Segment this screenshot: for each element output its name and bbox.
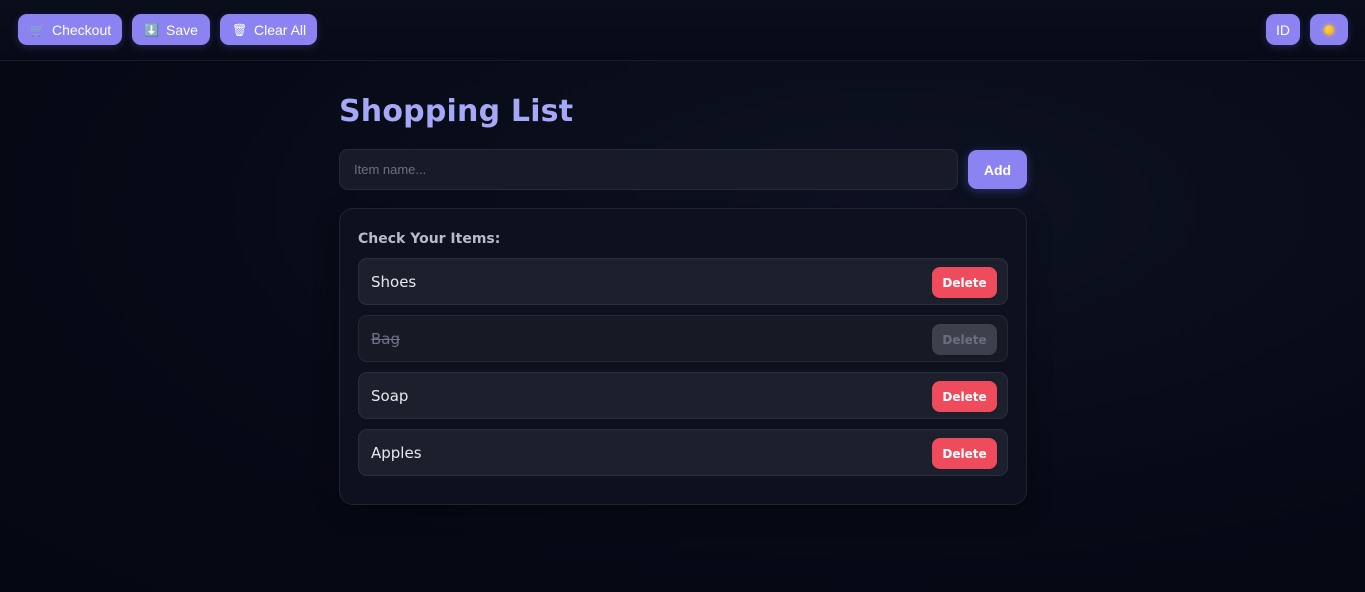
save-button[interactable]: ⬇️ Save (132, 14, 210, 45)
language-toggle-button[interactable]: ID (1266, 14, 1300, 45)
trash-icon: 🗑 (232, 22, 248, 37)
list-item[interactable]: Soap Delete (358, 372, 1008, 419)
cart-icon: 🛒 (30, 22, 45, 37)
checkout-label: Checkout (52, 21, 112, 38)
clear-all-label: Clear All (254, 21, 307, 38)
list-heading: Check Your Items: (358, 231, 501, 247)
item-label[interactable]: Soap (371, 387, 408, 405)
item-label[interactable]: Apples (371, 444, 422, 462)
save-label: Save (166, 21, 198, 38)
sun-icon (1324, 24, 1334, 35)
list-item[interactable]: Apples Delete (358, 429, 1008, 476)
list-item[interactable]: Bag Delete (358, 315, 1008, 362)
items-card: Check Your Items: Shoes Delete Bag Delet… (339, 208, 1027, 505)
delete-button[interactable]: Delete (932, 438, 997, 469)
delete-button[interactable]: Delete (932, 381, 997, 412)
clear-all-button[interactable]: 🗑 Clear All (220, 14, 317, 45)
top-toolbar: 🛒 Checkout ⬇️ Save 🗑 Clear All ID (0, 0, 1365, 61)
download-icon: ⬇️ (144, 22, 159, 37)
language-label: ID (1276, 21, 1290, 38)
checkout-button[interactable]: 🛒 Checkout (18, 14, 122, 45)
theme-toggle-button[interactable] (1310, 14, 1348, 45)
add-button[interactable]: Add (968, 150, 1027, 189)
delete-button[interactable]: Delete (932, 267, 997, 298)
page-title: Shopping List (339, 94, 574, 129)
list-item[interactable]: Shoes Delete (358, 258, 1008, 305)
item-label[interactable]: Bag (371, 330, 400, 348)
delete-button[interactable]: Delete (932, 324, 997, 355)
item-name-input[interactable] (339, 149, 958, 190)
item-label[interactable]: Shoes (371, 273, 416, 291)
